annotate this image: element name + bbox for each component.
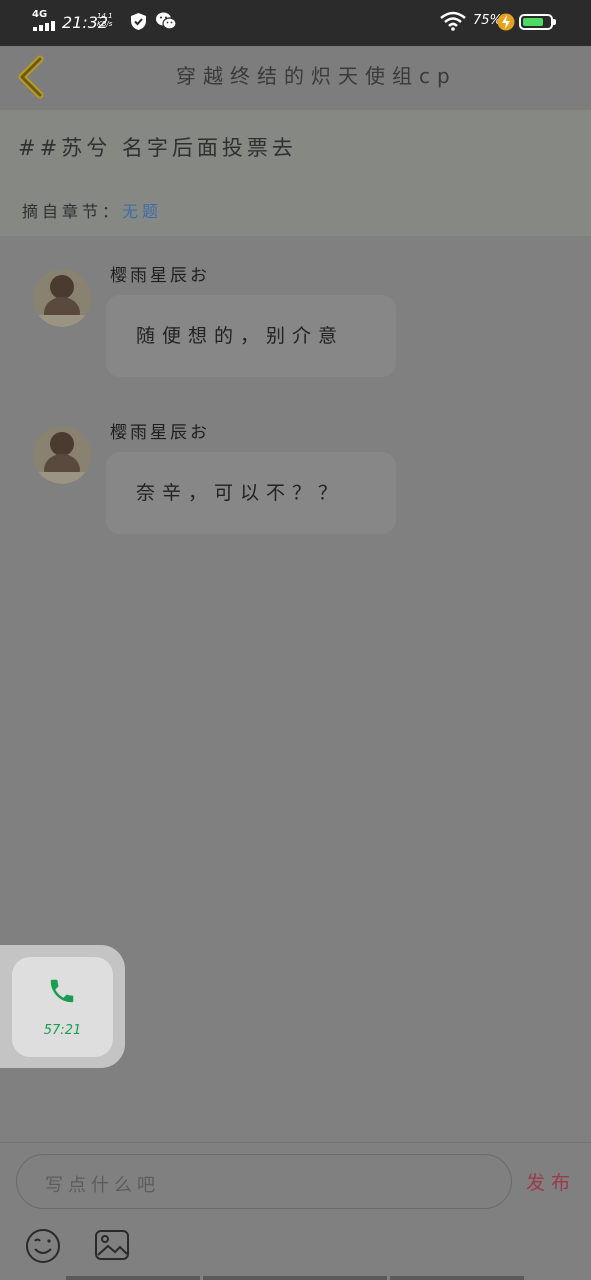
battery-fill: [523, 18, 543, 26]
input-placeholder: 写点什么吧: [45, 1175, 160, 1196]
network-type: 4G: [32, 9, 48, 20]
topic-text: ##苏兮 名字后面投票去: [18, 136, 297, 160]
publish-button[interactable]: 发布: [526, 1168, 576, 1195]
top-bar: 穿越终结的炽天使组cp: [0, 46, 591, 110]
comment-input[interactable]: 写点什么吧: [16, 1154, 512, 1209]
status-bar: 4G 21:32 14.1 KB/s 75%: [0, 0, 591, 46]
wechat-icon: [155, 11, 177, 35]
source-chapter-link[interactable]: 无题: [122, 202, 162, 221]
topic-card: ##苏兮 名字后面投票去 摘自章节：无题: [0, 110, 591, 236]
comment-bubble: 随便想的，别介意: [106, 295, 396, 377]
call-timer: 57:21: [43, 1023, 82, 1038]
call-panel[interactable]: 57:21: [12, 957, 113, 1057]
avatar[interactable]: [33, 426, 91, 484]
image-icon[interactable]: [94, 1229, 130, 1265]
page-title: 穿越终结的炽天使组cp: [176, 64, 457, 88]
comment-text: 随便想的，别介意: [136, 325, 345, 347]
avatar[interactable]: [33, 269, 91, 327]
topic-source: 摘自章节：无题: [22, 198, 162, 222]
comment-author: 樱雨星辰お: [110, 266, 210, 286]
divider: [0, 1142, 591, 1143]
network-speed-unit: KB/s: [97, 20, 113, 28]
source-label: 摘自章节：: [22, 202, 123, 221]
wifi-icon: [440, 11, 466, 35]
shield-icon: [130, 12, 147, 35]
comment-author: 樱雨星辰お: [110, 423, 210, 443]
charging-icon: [497, 12, 515, 36]
signal-icon: [33, 21, 55, 31]
emoji-icon[interactable]: [24, 1227, 62, 1269]
comment-bubble: 奈辛，可以不？？: [106, 452, 396, 534]
chevron-left-icon[interactable]: [14, 55, 48, 103]
network-speed-value: 14.1: [97, 12, 113, 20]
floating-call-widget[interactable]: 57:21: [0, 945, 125, 1068]
phone-icon: [47, 976, 77, 1010]
comment-text: 奈辛，可以不？？: [136, 482, 345, 504]
battery-icon: [519, 14, 556, 30]
network-speed: 14.1 KB/s: [97, 12, 113, 28]
